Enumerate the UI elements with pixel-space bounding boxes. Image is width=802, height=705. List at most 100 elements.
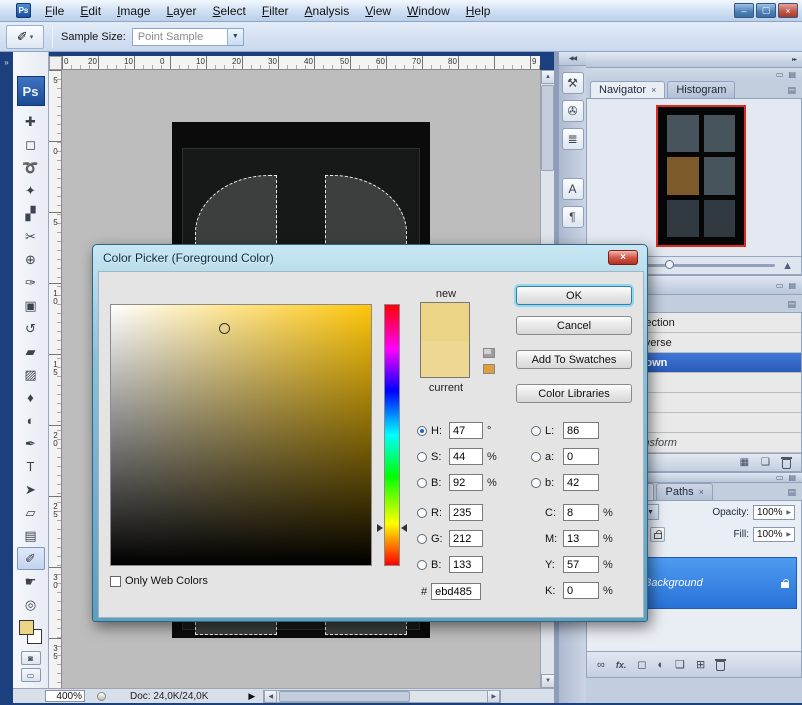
saturation-brightness-field[interactable] — [110, 304, 372, 566]
blur-tool[interactable]: ♦ — [17, 386, 45, 409]
horizontal-scroll-track[interactable] — [277, 691, 487, 702]
brightness-input[interactable] — [449, 474, 483, 491]
sample-size-dropdown[interactable]: Point Sample ▼ — [132, 28, 244, 46]
horizontal-scroll-thumb[interactable] — [279, 691, 409, 702]
gamut-safe-color-swatch[interactable] — [483, 364, 495, 374]
tab-navigator[interactable]: Navigator × — [590, 81, 665, 98]
layer-name[interactable]: Background — [644, 577, 703, 589]
dock-icon-panel-2[interactable]: ✇ — [562, 100, 584, 122]
current-tool-button[interactable]: ✐ ▾ — [6, 25, 44, 49]
zoom-in-icon[interactable]: ▲ — [782, 260, 793, 272]
button-mode-icon[interactable]: ▦ — [740, 457, 749, 468]
color-libraries-button[interactable]: Color Libraries — [516, 384, 632, 403]
eraser-tool[interactable]: ▰ — [17, 340, 45, 363]
menu-help[interactable]: Help — [458, 2, 499, 20]
lab-a-input[interactable] — [563, 448, 599, 465]
cyan-input[interactable] — [563, 504, 599, 521]
blue-radio[interactable] — [417, 560, 427, 570]
panel-menu-icon[interactable]: ▤ — [787, 85, 802, 98]
foreground-color-swatch[interactable] — [19, 620, 34, 635]
hue-slider-thumb-right[interactable] — [401, 524, 407, 532]
delete-action-icon[interactable] — [782, 459, 791, 469]
zoom-tool[interactable]: ◎ — [17, 593, 45, 616]
scroll-left-icon[interactable]: ◀ — [264, 691, 277, 702]
clone-stamp-tool[interactable]: ▣ — [17, 294, 45, 317]
hue-slider-thumb-left[interactable] — [377, 524, 383, 532]
scroll-down-icon[interactable]: ▼ — [541, 674, 555, 688]
lasso-tool[interactable]: ➰ — [17, 156, 45, 179]
lab-b-input[interactable] — [563, 474, 599, 491]
crop-tool[interactable]: ▞ — [17, 202, 45, 225]
saturation-input[interactable] — [449, 448, 483, 465]
panel-menu-icon[interactable]: ▤ — [788, 70, 796, 79]
hand-tool[interactable]: ☛ — [17, 570, 45, 593]
type-tool[interactable]: T — [17, 455, 45, 478]
saturation-radio[interactable] — [417, 452, 427, 462]
dodge-tool[interactable]: ◐ — [17, 409, 45, 432]
add-to-swatches-button[interactable]: Add To Swatches — [516, 350, 632, 369]
menu-edit[interactable]: Edit — [72, 2, 109, 20]
quick-selection-tool[interactable]: ✦ — [17, 179, 45, 202]
new-layer-icon[interactable]: ⊞ — [696, 658, 705, 671]
brightness-radio[interactable] — [417, 478, 427, 488]
gamut-warning-cube-icon[interactable] — [483, 348, 495, 358]
lock-all-icon[interactable] — [650, 527, 665, 542]
minimize-button[interactable]: – — [734, 3, 754, 18]
current-color-swatch[interactable] — [421, 341, 469, 377]
panel-menu-icon[interactable]: ▤ — [788, 473, 796, 482]
panel-menu-icon[interactable]: ▤ — [787, 299, 802, 312]
dock-icon-paragraph-panel[interactable]: ¶ — [562, 206, 584, 228]
gradient-tool[interactable]: ▨ — [17, 363, 45, 386]
path-selection-tool[interactable]: ➤ — [17, 478, 45, 501]
menu-layer[interactable]: Layer — [158, 2, 204, 20]
quick-mask-button[interactable]: ◙ — [21, 651, 41, 665]
dock-icon-tool-presets[interactable]: ⚒ — [562, 72, 584, 94]
dialog-titlebar[interactable]: Color Picker (Foreground Color) — [93, 245, 647, 271]
dialog-close-button[interactable]: × — [608, 250, 638, 265]
dock-icon-panel-3[interactable]: ≣ — [562, 128, 584, 150]
menu-window[interactable]: Window — [399, 2, 458, 20]
scroll-right-icon[interactable]: ▶ — [487, 691, 500, 702]
hex-input[interactable] — [431, 583, 481, 600]
scroll-up-icon[interactable]: ▲ — [541, 70, 555, 84]
color-field-marker[interactable] — [219, 323, 230, 334]
healing-brush-tool[interactable]: ⊕ — [17, 248, 45, 271]
red-input[interactable] — [449, 504, 483, 521]
green-input[interactable] — [449, 530, 483, 547]
maximize-button[interactable]: ▢ — [756, 3, 776, 18]
blue-input[interactable] — [449, 556, 483, 573]
new-action-icon[interactable]: ❏ — [761, 457, 770, 468]
horizontal-scrollbar[interactable]: ◀ ▶ — [263, 690, 501, 703]
fill-field[interactable]: 100% ▶ — [753, 527, 795, 542]
close-icon[interactable]: × — [699, 487, 704, 497]
menu-file[interactable]: File — [37, 2, 72, 20]
rectangular-marquee-tool[interactable]: ◻ — [17, 133, 45, 156]
lab-l-radio[interactable] — [531, 426, 541, 436]
brush-tool[interactable]: ✑ — [17, 271, 45, 294]
status-flyout-icon[interactable]: ▶ — [248, 691, 255, 702]
notes-tool[interactable]: ▤ — [17, 524, 45, 547]
vertical-scroll-thumb[interactable] — [541, 85, 554, 171]
menu-filter[interactable]: Filter — [254, 2, 297, 20]
link-layers-icon[interactable]: ∞ — [597, 659, 605, 671]
navigator-preview[interactable] — [656, 105, 746, 247]
hue-slider[interactable] — [384, 304, 400, 566]
zoom-slider-thumb[interactable] — [665, 260, 674, 269]
only-web-colors-checkbox[interactable] — [110, 576, 121, 587]
menu-analysis[interactable]: Analysis — [297, 2, 358, 20]
move-tool[interactable]: ✚ — [17, 110, 45, 133]
yellow-input[interactable] — [563, 556, 599, 573]
panel-menu-icon[interactable]: ▤ — [787, 487, 802, 500]
tab-paths[interactable]: Paths × — [656, 483, 712, 500]
green-radio[interactable] — [417, 534, 427, 544]
pen-tool[interactable]: ✒ — [17, 432, 45, 455]
magenta-input[interactable] — [563, 530, 599, 547]
eyedropper-tool[interactable]: ✐ — [17, 547, 45, 570]
hue-radio[interactable] — [417, 426, 427, 436]
expand-dock-icon[interactable]: » — [4, 58, 8, 67]
menu-select[interactable]: Select — [204, 2, 253, 20]
close-icon[interactable]: × — [651, 85, 656, 95]
new-group-icon[interactable]: ❏ — [675, 658, 685, 671]
layer-mask-icon[interactable]: ◻ — [637, 658, 646, 671]
cancel-button[interactable]: Cancel — [516, 316, 632, 335]
